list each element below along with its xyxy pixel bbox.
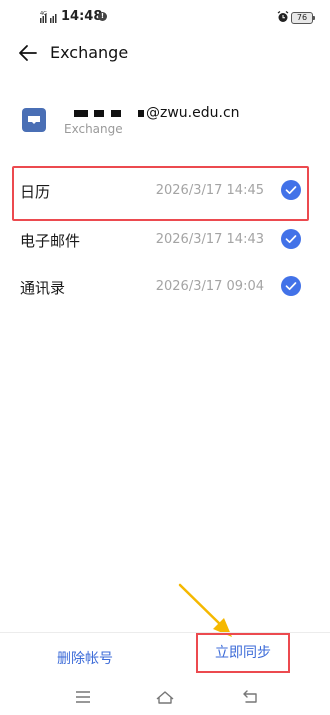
status-time: 14:48	[61, 9, 103, 24]
checkmark-icon[interactable]	[281, 276, 301, 296]
sync-timestamp: 2026/3/17 09:04	[155, 279, 264, 294]
menu-icon[interactable]	[73, 687, 93, 707]
alarm-icon	[277, 11, 289, 22]
account-type: Exchange	[64, 122, 123, 136]
home-icon[interactable]	[155, 687, 175, 707]
sync-timestamp: 2026/3/17 14:43	[155, 232, 264, 247]
account-email-domain: @zwu.edu.cn	[146, 105, 240, 121]
account-email: @zwu.edu.cn	[64, 105, 240, 121]
info-icon: !	[98, 12, 107, 21]
signal-icon: 4G	[40, 11, 57, 23]
status-bar: 4G 14:48 ! 76	[0, 0, 330, 34]
checkmark-icon[interactable]	[281, 229, 301, 249]
back-arrow-icon[interactable]	[16, 41, 40, 65]
redacted-text	[64, 107, 144, 119]
sync-item-label: 通讯录	[20, 279, 66, 297]
page-title: Exchange	[50, 43, 129, 62]
exchange-mail-icon	[22, 108, 46, 132]
highlight-box	[12, 166, 309, 221]
sync-row-contacts[interactable]: 通讯录 2026/3/17 09:04	[0, 263, 330, 309]
delete-account-button[interactable]: 删除帐号	[20, 648, 150, 668]
battery-icon: 76	[291, 12, 315, 24]
back-nav-icon[interactable]	[241, 687, 261, 707]
sync-item-label: 电子邮件	[20, 232, 81, 250]
app-header: Exchange	[0, 34, 330, 72]
navigation-bar	[0, 680, 330, 715]
sync-now-button[interactable]: 立即同步	[196, 633, 290, 673]
sync-row-email[interactable]: 电子邮件 2026/3/17 14:43	[0, 216, 330, 262]
